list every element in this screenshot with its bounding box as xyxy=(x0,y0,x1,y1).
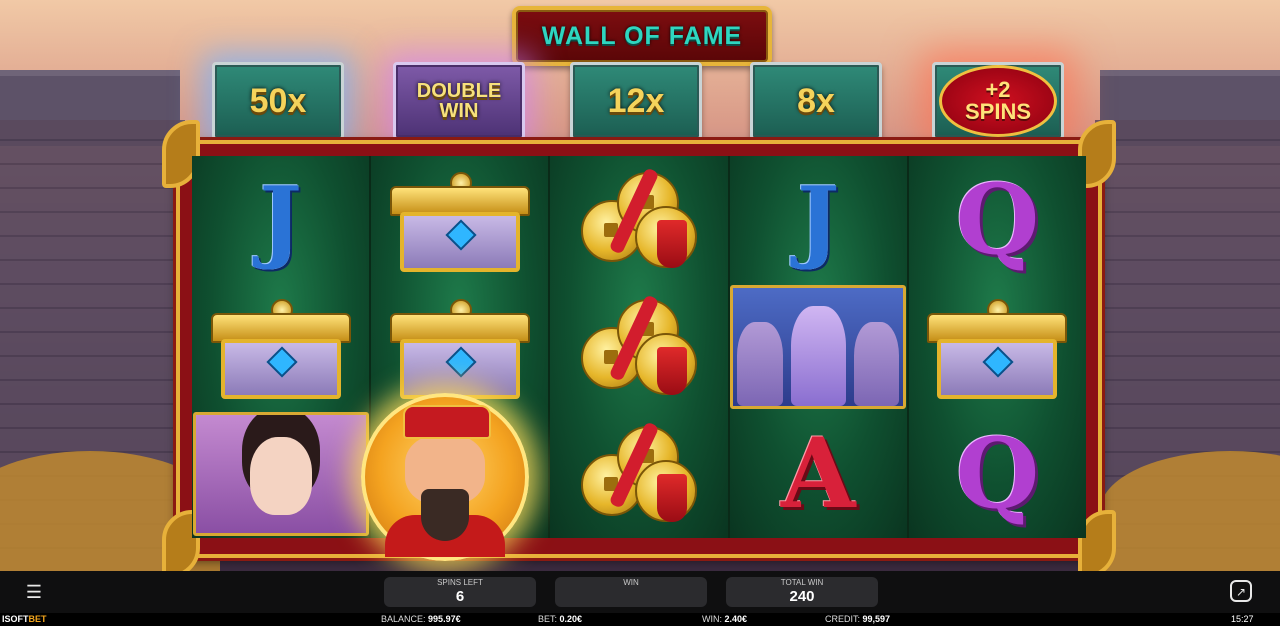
Q-symbol: Q xyxy=(909,156,1086,283)
bet-readout: BET: 0.20€ xyxy=(538,613,582,626)
win-label: WIN xyxy=(623,578,639,587)
reels-frame: J J A Q Q xyxy=(162,120,1116,571)
credit-label: CREDIT: xyxy=(825,614,861,624)
bet-label: BET: xyxy=(538,614,558,624)
J-symbol: J xyxy=(730,156,907,283)
total-win-label: TOTAL WIN xyxy=(780,578,824,587)
terracotta-warriors-portrait xyxy=(730,284,907,409)
win-readout: WIN: 2.40€ xyxy=(702,613,747,626)
extra-spins-badge: +2 SPINS xyxy=(939,65,1057,137)
lucky-coins-icon xyxy=(577,166,701,274)
J-symbol: J xyxy=(192,156,369,283)
reel-1: J xyxy=(192,156,370,538)
letter-Q: Q xyxy=(955,417,1040,531)
fortune-god-wild-icon xyxy=(361,392,530,561)
balance-label: BALANCE: xyxy=(381,614,426,624)
multiplier-plaque-extra-spins: +2 SPINS xyxy=(932,62,1064,140)
balance-readout: BALANCE: 995.97€ xyxy=(381,613,461,626)
menu-icon[interactable]: ☰ xyxy=(22,582,46,602)
letter-J: J xyxy=(796,166,840,273)
golden-chest-symbol xyxy=(371,156,548,283)
A-symbol: A xyxy=(730,411,907,538)
bet-value: 0.20€ xyxy=(559,614,583,624)
letter-J: J xyxy=(259,166,302,273)
lucky-coins-symbol xyxy=(550,411,727,538)
multiplier-label: DOUBLE WIN xyxy=(416,80,502,122)
golden-chest-symbol xyxy=(371,283,548,410)
multiplier-plaque-8x: 8x xyxy=(750,62,882,140)
reel-2 xyxy=(361,156,549,561)
Q-symbol: Q xyxy=(909,411,1086,538)
credit-readout: CREDIT: 99,597 xyxy=(825,613,890,626)
clock: 15:27 xyxy=(1231,614,1254,624)
share-icon[interactable]: ↗ xyxy=(1230,580,1252,602)
lucky-coins-symbol xyxy=(550,156,727,283)
credit-value: 99,597 xyxy=(862,614,891,624)
reel-5: Q Q xyxy=(908,156,1087,538)
golden-chest-icon xyxy=(927,298,1068,399)
princess-portrait xyxy=(192,412,369,537)
multiplier-plaque-double-win: DOUBLE WIN xyxy=(393,62,525,140)
spins-left-panel: SPINS LEFT 6 xyxy=(384,577,536,607)
game-scene: WALL OF FAME 50x DOUBLE WIN 12x 8x +2 SP… xyxy=(0,0,1280,571)
lucky-coins-icon xyxy=(577,293,701,401)
golden-chest-icon xyxy=(389,171,530,272)
multiplier-label: 50x xyxy=(249,81,307,120)
total-win-value: 240 xyxy=(789,588,815,605)
reel-3 xyxy=(550,156,728,538)
letter-Q: Q xyxy=(955,162,1040,276)
footer-win-value: 2.40€ xyxy=(724,614,748,624)
spins-left-value: 6 xyxy=(455,588,465,605)
golden-chest-icon xyxy=(389,298,530,399)
multiplier-plaque-50x: 50x xyxy=(212,62,344,140)
wall-of-fame-banner: WALL OF FAME xyxy=(512,6,772,66)
multiplier-plaque-12x: 12x xyxy=(570,62,702,140)
fortune-god-wild-symbol xyxy=(361,392,548,561)
multiplier-label: +2 SPINS xyxy=(964,77,1032,124)
footer-win-label: WIN: xyxy=(702,614,722,624)
isoftbet-logo: ISOFTBET xyxy=(2,614,47,624)
balance-value: 995.97€ xyxy=(428,614,461,624)
terracotta-warriors-symbol xyxy=(730,283,907,410)
golden-chest-symbol xyxy=(909,283,1086,410)
footer-bar: ISOFTBET BALANCE: 995.97€ BET: 0.20€ WIN… xyxy=(0,613,1280,626)
total-win-panel: TOTAL WIN 240 xyxy=(726,577,878,607)
spins-left-label: SPINS LEFT xyxy=(437,578,483,587)
princess-symbol xyxy=(192,411,369,538)
multiplier-label: 8x xyxy=(797,81,835,120)
control-bar: ☰ SPINS LEFT 6 WIN TOTAL WIN 240 ↗ xyxy=(0,571,1280,613)
golden-chest-symbol xyxy=(192,283,369,410)
win-panel: WIN xyxy=(555,577,707,607)
lucky-coins-icon xyxy=(577,420,701,528)
letter-A: A xyxy=(780,417,856,531)
golden-chest-icon xyxy=(210,298,351,399)
lucky-coins-symbol xyxy=(550,283,727,410)
multiplier-label: 12x xyxy=(607,81,665,120)
reel-4: J A xyxy=(729,156,907,538)
wall-of-fame-title: WALL OF FAME xyxy=(541,21,743,50)
reel-grid: J J A Q Q xyxy=(192,156,1087,561)
